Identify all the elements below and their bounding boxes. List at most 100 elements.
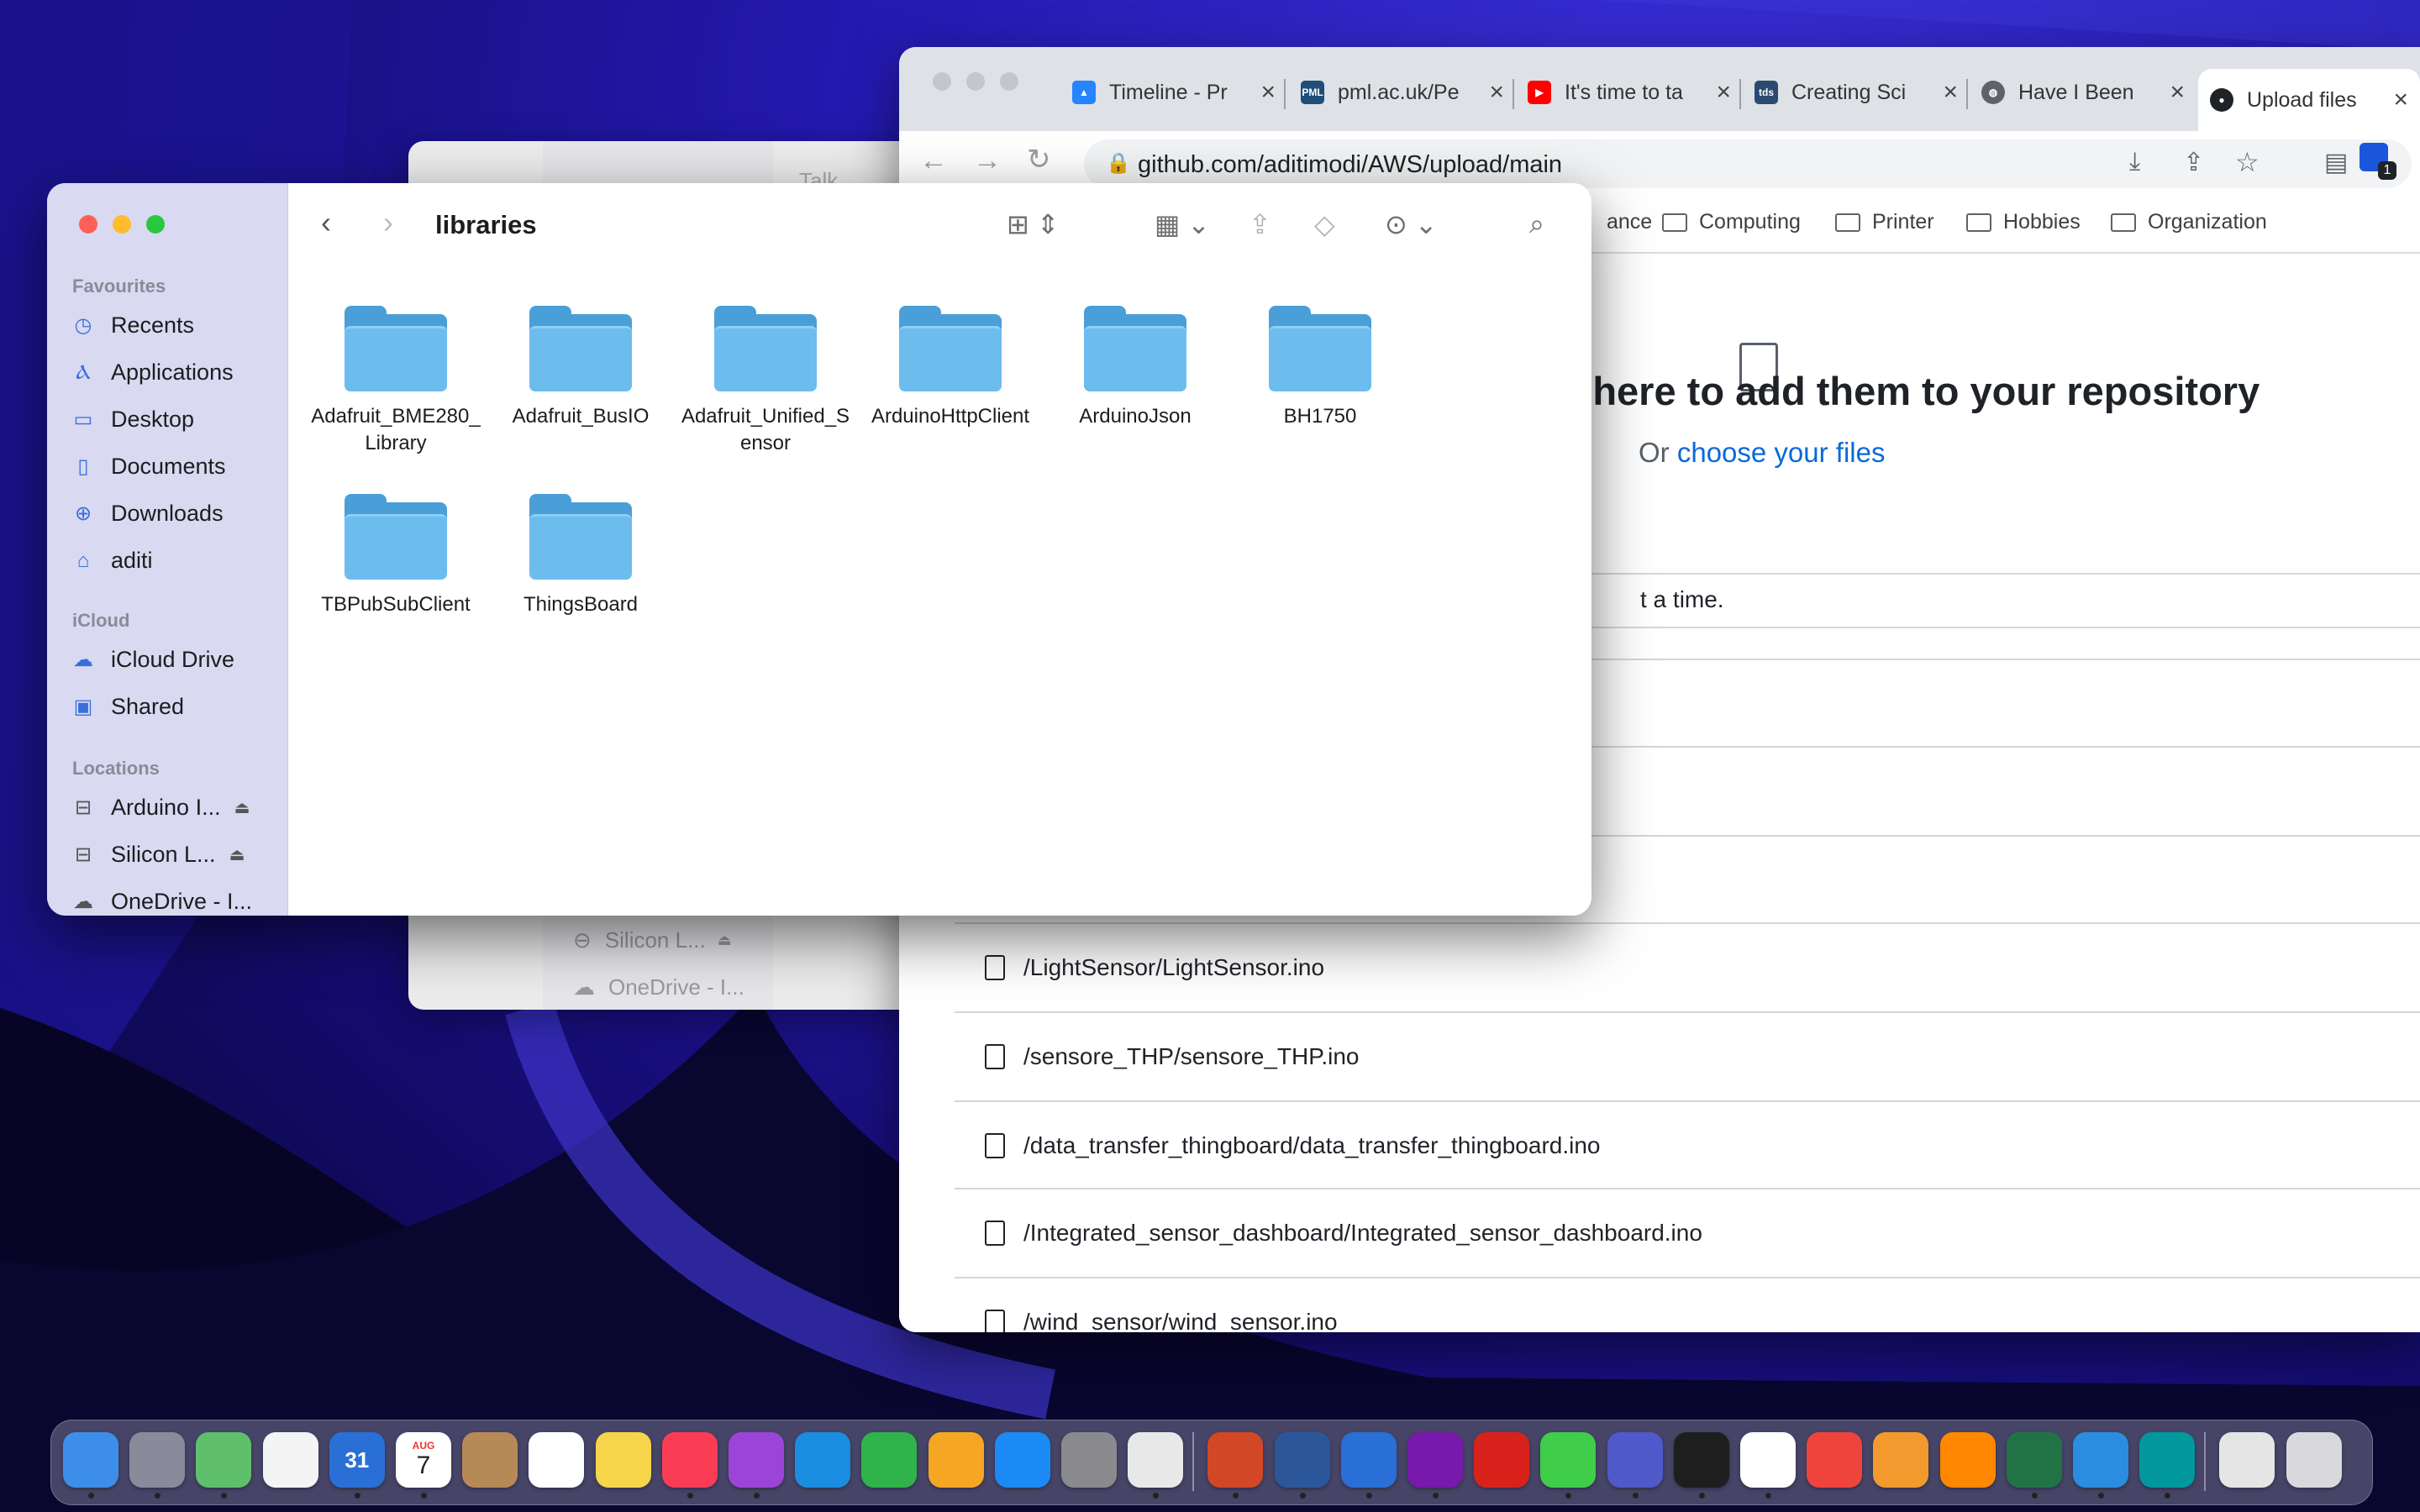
zoom-window-button[interactable] (1000, 72, 1018, 91)
sidebar-item-shared[interactable]: ▣ Shared (72, 694, 184, 720)
more-actions-icon[interactable]: ⊙ ⌄ (1385, 208, 1438, 240)
dock-launchpad-icon[interactable] (129, 1432, 186, 1488)
dock-preview-doc-icon[interactable] (2219, 1432, 2275, 1488)
dock-messages-icon[interactable] (1540, 1432, 1597, 1488)
icon-view-icon[interactable]: ⊞ ⇕ (1007, 208, 1060, 240)
dock-onenote-icon[interactable] (1407, 1432, 1463, 1488)
finder-window: Favourites ◷ Recents Ⲁ Applications ▭ Deskt… (47, 183, 1591, 916)
folder-item[interactable]: Adafruit_BME280_Library (308, 306, 484, 457)
zoom-window-button[interactable] (146, 215, 165, 234)
dock-contacts-icon[interactable] (462, 1432, 518, 1488)
back-icon[interactable]: ← (919, 144, 948, 177)
tab-timeline[interactable]: ▲ Timeline - Pr × (1072, 69, 1282, 116)
folder-item[interactable]: Adafruit_Unified_Sensor (677, 306, 854, 457)
tab-youtube[interactable]: ▶ It's time to ta × (1528, 69, 1738, 116)
address-bar[interactable]: 🔒 github.com/aditimodi/AWS/upload/main ⤓… (1084, 139, 2412, 188)
group-icon[interactable]: ▦ ⌄ (1155, 208, 1210, 240)
dock-reminders-icon[interactable] (529, 1432, 585, 1488)
folder-item[interactable]: TBPubSubClient (308, 494, 484, 618)
tab-have-i-been[interactable]: ◍ Have I Been × (1981, 69, 2191, 116)
bookmark-ance[interactable]: ance (1607, 210, 1652, 234)
dock-keynote-icon[interactable] (795, 1432, 851, 1488)
minimize-window-button[interactable] (966, 72, 985, 91)
dock-numbers-icon[interactable] (861, 1432, 918, 1488)
dock-powerpoint-icon[interactable] (1207, 1432, 1264, 1488)
reload-icon[interactable]: ↻ (1027, 143, 1051, 176)
dock-chrome-icon[interactable] (1128, 1432, 1184, 1488)
dock-slack-icon[interactable] (1740, 1432, 1796, 1488)
dock-acrobat-icon[interactable] (1474, 1432, 1530, 1488)
bookmark-hobbies[interactable]: Hobbies (1966, 210, 2081, 234)
bookmark-computing[interactable]: Computing (1662, 210, 1801, 234)
dock-podcasts-icon[interactable] (729, 1432, 784, 1488)
sidebar-item-applications[interactable]: Ⲁ Applications (72, 360, 233, 386)
tab-creating-sci[interactable]: tds Creating Sci × (1754, 69, 1965, 116)
dock-app-store-icon[interactable] (994, 1432, 1050, 1488)
folder-icon (1269, 306, 1371, 391)
sidebar-item-downloads[interactable]: ⊕ Downloads (72, 501, 224, 527)
dock-calendar-icon[interactable]: 31 (329, 1432, 385, 1488)
dock-excel-icon[interactable] (2006, 1432, 2062, 1488)
folder-item[interactable]: BH1750 (1232, 306, 1408, 430)
close-tab-icon[interactable]: × (1943, 78, 1958, 107)
sidebar-item-recents[interactable]: ◷ Recents (72, 312, 195, 339)
close-window-button[interactable] (933, 72, 951, 91)
dock-photos-icon[interactable] (262, 1432, 318, 1488)
dock-teams-icon[interactable] (1607, 1432, 1663, 1488)
dock-system-preferences-icon[interactable] (1061, 1432, 1117, 1488)
folder-item[interactable]: Adafruit_BusIO (492, 306, 669, 430)
tag-icon[interactable]: ◇ (1314, 208, 1335, 240)
dock-trash-icon[interactable] (2286, 1432, 2342, 1488)
back-icon[interactable]: ‹ (321, 205, 331, 240)
folder-item[interactable]: ThingsBoard (492, 494, 669, 618)
share-icon[interactable]: ⇪ (2183, 148, 2204, 177)
search-icon[interactable]: ⌕ (1529, 208, 1544, 240)
reader-icon[interactable]: ▤ (2324, 148, 2348, 177)
dock-reminders-calendar-icon[interactable]: AUG 7 (396, 1432, 451, 1488)
cloud-icon: ☁ (73, 648, 93, 671)
dock-anydesk-icon[interactable] (1807, 1432, 1863, 1488)
folder-item[interactable]: ArduinoJson (1047, 306, 1223, 430)
sidebar-item-aditi[interactable]: ⌂ aditi (72, 548, 153, 574)
forward-icon[interactable]: › (383, 205, 393, 240)
close-tab-icon[interactable]: × (2170, 78, 2185, 107)
dock-terminal-icon[interactable] (1673, 1432, 1729, 1488)
dock-vscode-icon[interactable] (2073, 1432, 2128, 1488)
dock-pages-icon[interactable] (928, 1432, 984, 1488)
close-tab-icon[interactable]: × (1260, 78, 1276, 107)
dock-notes-icon[interactable] (595, 1432, 651, 1488)
close-tab-icon[interactable]: × (1489, 78, 1504, 107)
install-icon[interactable]: ⤓ (2129, 148, 2140, 176)
eject-icon[interactable]: ⏏ (229, 844, 245, 865)
dock-maps-icon[interactable] (196, 1432, 252, 1488)
eject-icon[interactable]: ⏏ (234, 797, 250, 818)
dock-arduino-icon[interactable] (2139, 1432, 2196, 1488)
folder-item[interactable]: ArduinoHttpClient (862, 306, 1039, 430)
dock-music-icon[interactable] (661, 1432, 718, 1488)
dock-word-icon[interactable] (1274, 1432, 1330, 1488)
dock-finder-icon[interactable] (63, 1432, 118, 1488)
dock-defender-icon[interactable] (1340, 1432, 1397, 1488)
sidebar-item-onedrive[interactable]: ☁ OneDrive - I... (72, 889, 252, 915)
sidebar-item-documents[interactable]: ▯ Documents (72, 454, 225, 480)
close-tab-icon[interactable]: × (1716, 78, 1731, 107)
share-icon[interactable]: ⇪ (1249, 208, 1271, 240)
sidebar-item-arduino[interactable]: ⊟ Arduino I... ⏏ (72, 795, 250, 821)
minimize-window-button[interactable] (113, 215, 131, 234)
dock-books-icon[interactable] (1873, 1432, 1929, 1488)
choose-files-link[interactable]: choose your files (1677, 437, 1886, 468)
tab-pml[interactable]: PML pml.ac.uk/Pe × (1301, 69, 1511, 116)
close-tab-icon[interactable]: × (2393, 86, 2408, 114)
bookmark-printer[interactable]: Printer (1835, 210, 1934, 234)
sidebar-item-desktop[interactable]: ▭ Desktop (72, 407, 194, 433)
bookmark-organization[interactable]: Organization (2111, 210, 2267, 234)
home-icon: ⌂ (76, 549, 90, 572)
forward-icon[interactable]: → (973, 144, 1002, 177)
sidebar-item-icloud-drive[interactable]: ☁ iCloud Drive (72, 647, 234, 673)
sidebar-item-silicon[interactable]: ⊟ Silicon L... ⏏ (72, 842, 245, 868)
dock-vlc-icon[interactable] (1939, 1432, 1996, 1488)
close-window-button[interactable] (79, 215, 97, 234)
tab-upload-files[interactable]: ● Upload files × (2198, 69, 2420, 131)
file-row: /wind_sensor/wind_sensor.ino (955, 1277, 2420, 1332)
bookmark-star-icon[interactable]: ☆ (2235, 146, 2260, 178)
